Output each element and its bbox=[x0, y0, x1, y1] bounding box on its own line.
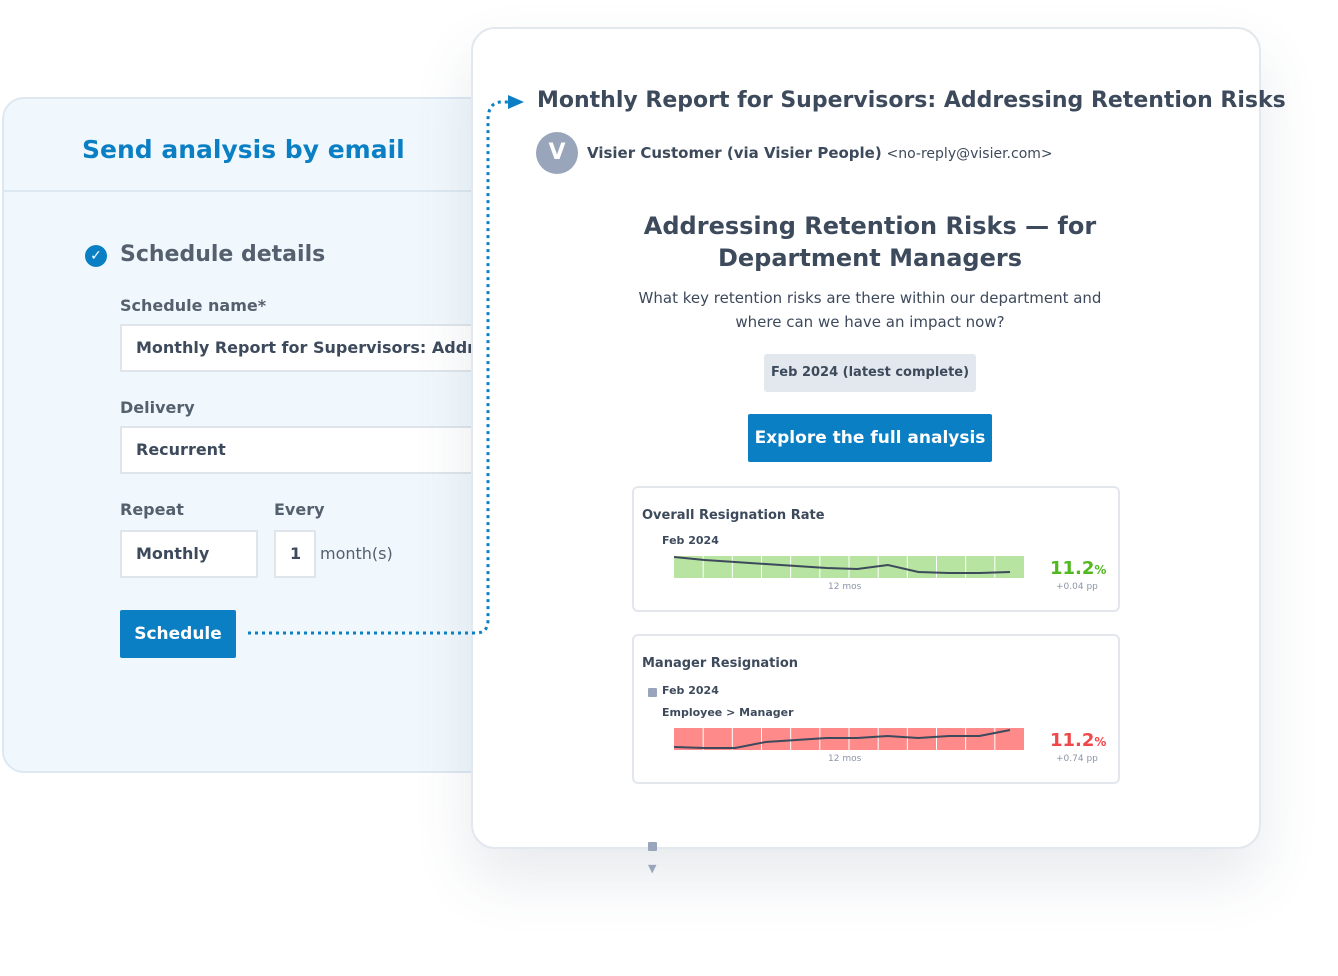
metric-change: +0.74 pp bbox=[1056, 754, 1098, 764]
avatar: V bbox=[536, 132, 578, 174]
metric-filter: Employee > Manager bbox=[662, 706, 794, 719]
filter-icon: ▼ bbox=[648, 862, 657, 875]
heading-line: Addressing Retention Risks — for bbox=[643, 212, 1097, 240]
metric-title: Manager Resignation bbox=[642, 656, 799, 671]
explore-analysis-button[interactable]: Explore the full analysis bbox=[748, 414, 992, 462]
sender-email: <no-reply@visier.com> bbox=[886, 146, 1053, 162]
connector-arrow bbox=[248, 95, 524, 635]
check-circle-icon: ✓ bbox=[85, 245, 107, 267]
metric-date: Feb 2024 bbox=[662, 684, 719, 697]
delivery-label: Delivery bbox=[120, 398, 195, 417]
metric-range: 12 mos bbox=[828, 582, 862, 592]
calendar-icon bbox=[648, 842, 657, 851]
metric-value: 11.2% bbox=[1050, 730, 1107, 751]
metric-title: Overall Resignation Rate bbox=[642, 508, 825, 523]
sender-name: Visier Customer (via Visier People) bbox=[587, 144, 882, 162]
metric-change: +0.04 pp bbox=[1056, 582, 1098, 592]
heading-line: Department Managers bbox=[717, 244, 1023, 272]
metric-value: 11.2% bbox=[1050, 558, 1107, 579]
question-line: What key retention risks are there withi… bbox=[638, 289, 1102, 307]
email-question: What key retention risks are there withi… bbox=[560, 286, 1180, 334]
metric-date: Feb 2024 bbox=[662, 534, 719, 547]
email-subject: Monthly Report for Supervisors: Addressi… bbox=[537, 88, 1286, 113]
metric-range: 12 mos bbox=[828, 754, 862, 764]
calendar-icon bbox=[648, 688, 657, 697]
metric-card[interactable]: Overall Resignation Rate Feb 2024 12 mos… bbox=[632, 486, 1120, 612]
question-line: where can we have an impact now? bbox=[735, 313, 1005, 331]
repeat-label: Repeat bbox=[120, 500, 184, 519]
sparkline bbox=[674, 728, 1024, 750]
repeat-select[interactable]: Monthly bbox=[120, 530, 258, 578]
metric-card[interactable]: Manager Resignation Feb 2024 Employee > … bbox=[632, 634, 1120, 784]
schedule-button[interactable]: Schedule bbox=[120, 610, 236, 658]
sparkline bbox=[674, 556, 1024, 578]
email-heading: Addressing Retention Risks — for Departm… bbox=[560, 210, 1180, 274]
period-badge: Feb 2024 (latest complete) bbox=[764, 354, 976, 392]
